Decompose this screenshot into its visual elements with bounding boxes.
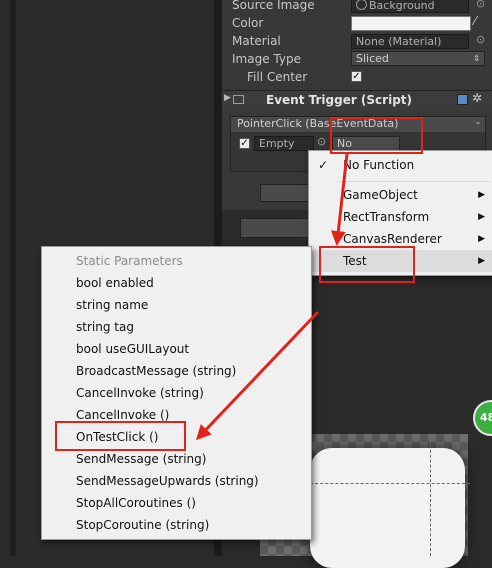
annotation-arrows — [195, 153, 349, 441]
arrow-to-test — [330, 153, 349, 246]
arrow-to-on-test-click — [195, 310, 320, 441]
